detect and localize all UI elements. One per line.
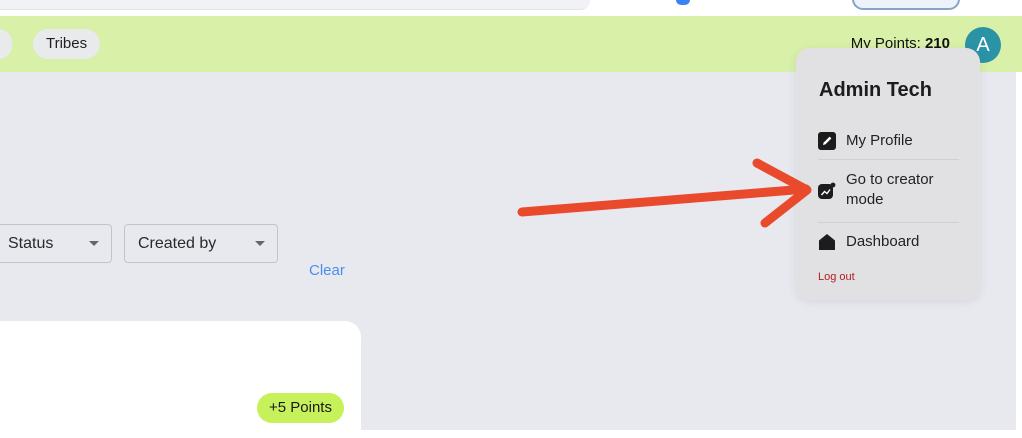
- annotation-arrow: [517, 158, 812, 228]
